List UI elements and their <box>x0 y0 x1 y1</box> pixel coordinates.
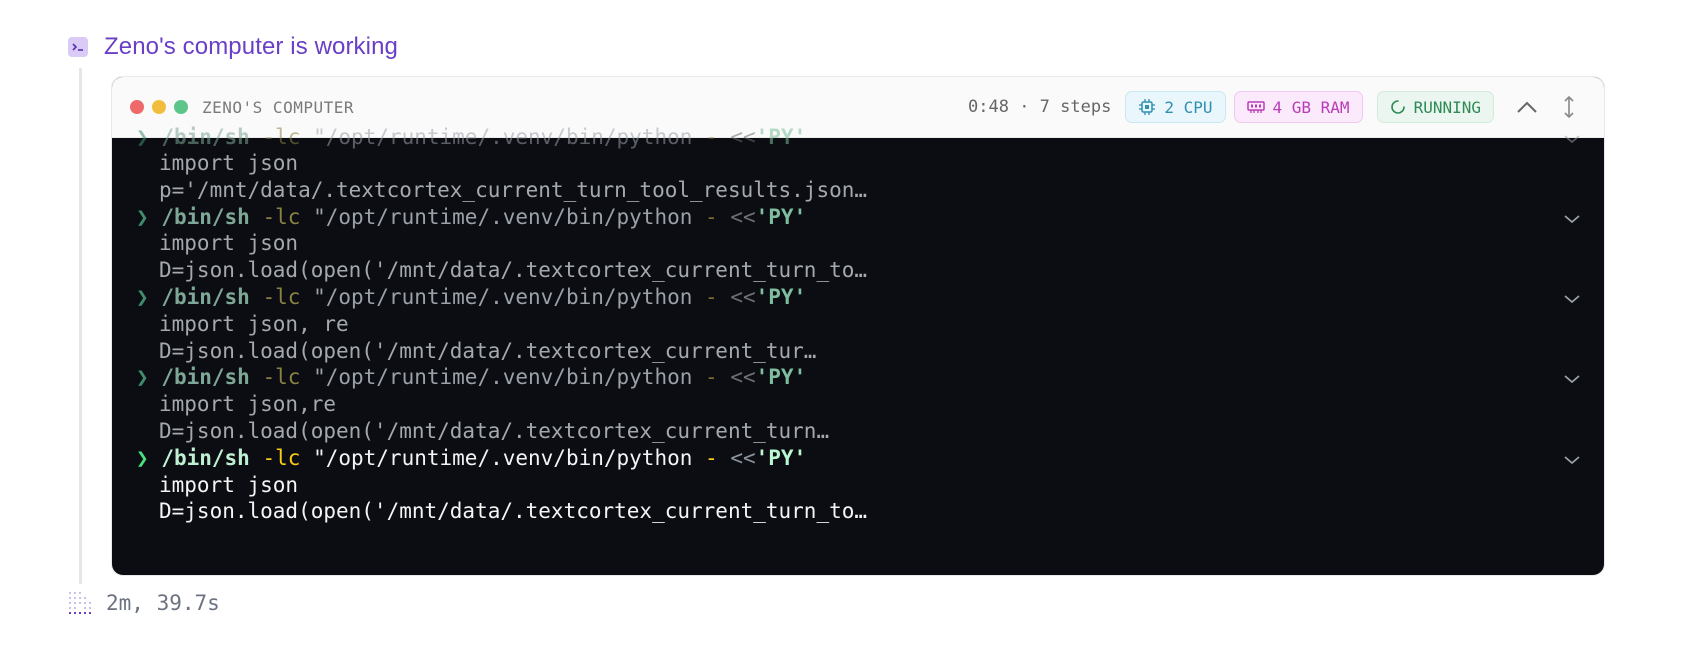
ram-icon <box>1246 101 1265 113</box>
ram-badge: 4 GB RAM <box>1233 91 1363 123</box>
running-badge: RUNNING <box>1376 91 1494 123</box>
collapse-button[interactable] <box>1510 90 1544 124</box>
command-line: ❯ /bin/sh -lc "/opt/runtime/.venv/bin/py… <box>136 446 807 470</box>
red-dot <box>130 100 144 114</box>
code-line: D=json.load(open('/mnt/data/.textcortex_… <box>159 419 830 443</box>
cpu-badge: 2 CPU <box>1125 91 1226 123</box>
chevron-down-icon[interactable] <box>1562 369 1582 389</box>
command-line: ❯ /bin/sh -lc "/opt/runtime/.venv/bin/py… <box>136 365 807 389</box>
expand-icon <box>1564 95 1574 119</box>
expand-button[interactable] <box>1552 90 1586 124</box>
window-dots <box>130 100 196 114</box>
code-line: p='/mnt/data/.textcortex_current_turn_to… <box>159 178 868 202</box>
chevron-up-icon <box>1517 101 1537 113</box>
computer-card: ZENO'S COMPUTER 0:48 · 7 steps 2 CPU 4 G… <box>111 76 1605 576</box>
chevron-down-icon[interactable] <box>1562 129 1582 149</box>
status-label: RUNNING <box>1413 97 1481 117</box>
timeline-line <box>79 68 82 584</box>
code-line: D=json.load(open('/mnt/data/.textcortex_… <box>159 499 868 523</box>
code-line: import json <box>159 151 299 175</box>
code-line: import json, re <box>159 312 349 336</box>
command-line: ❯ /bin/sh -lc "/opt/runtime/.venv/bin/py… <box>136 125 807 149</box>
grid-dots-icon <box>69 592 91 614</box>
command-line: ❯ /bin/sh -lc "/opt/runtime/.venv/bin/py… <box>136 285 807 309</box>
terminal-icon <box>68 37 88 57</box>
computer-name: ZENO'S COMPUTER <box>202 97 354 117</box>
code-line: import json <box>159 473 299 497</box>
spinner-icon <box>1390 100 1405 114</box>
footer: 2m, 39.7s <box>68 588 220 618</box>
chevron-down-icon[interactable] <box>1562 289 1582 309</box>
ram-label: 4 GB RAM <box>1272 97 1350 117</box>
chevron-down-icon[interactable] <box>1562 450 1582 470</box>
terminal-output[interactable]: ❯ /bin/sh -lc "/opt/runtime/.venv/bin/py… <box>112 125 1604 575</box>
status-header: Zeno's computer is working <box>68 32 398 62</box>
code-line: import json <box>159 231 299 255</box>
chevron-down-icon[interactable] <box>1562 209 1582 229</box>
elapsed-steps: 0:48 · 7 steps <box>968 97 1112 117</box>
cpu-label: 2 CPU <box>1164 97 1213 117</box>
code-line: import json,re <box>159 392 337 416</box>
command-line: ❯ /bin/sh -lc "/opt/runtime/.venv/bin/py… <box>136 205 807 229</box>
green-dot <box>174 100 188 114</box>
status-title[interactable]: Zeno's computer is working <box>104 33 398 61</box>
code-line: D=json.load(open('/mnt/data/.textcortex_… <box>159 339 817 363</box>
cpu-icon <box>1139 99 1156 115</box>
code-line: D=json.load(open('/mnt/data/.textcortex_… <box>159 258 868 282</box>
header-controls: 0:48 · 7 steps 2 CPU 4 GB RAM RUNNING <box>968 77 1586 137</box>
yellow-dot <box>152 100 166 114</box>
duration-label: 2m, 39.7s <box>106 591 220 615</box>
